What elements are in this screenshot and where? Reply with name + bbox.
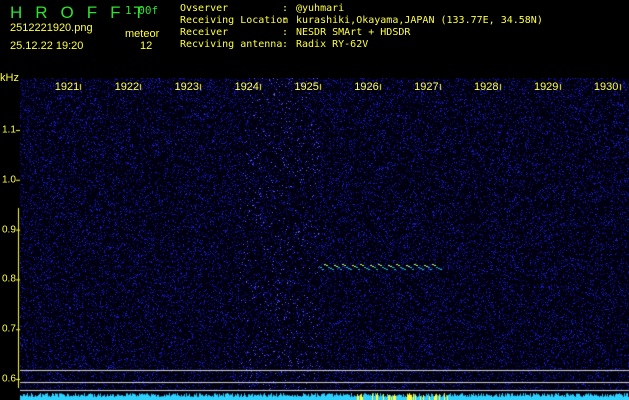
info-label: Receiver (180, 27, 229, 38)
y-tick-label: 0.8 (2, 273, 16, 285)
meteor-count: 12 (140, 40, 153, 52)
y-tick-label: 0.7 (2, 323, 16, 335)
x-tick-label: 1928 (474, 81, 499, 93)
x-tick-label: 1922 (114, 81, 140, 93)
info-label: Ovserver (180, 3, 229, 14)
x-tick-label: 1924 (234, 81, 259, 93)
y-tick-label: 0.6 (2, 373, 16, 385)
info-value: Radix RY-62V (296, 39, 369, 50)
y-tick-label: 1.1 (2, 124, 16, 136)
x-tick-label: 1921 (54, 81, 80, 93)
y-tick-label: 1.0 (2, 174, 16, 186)
info-value: @yuhmari (296, 3, 345, 14)
spectrogram (0, 78, 629, 400)
info-colon: : (282, 39, 289, 50)
datetime: 25.12.22 19:20 (10, 40, 84, 52)
info-label: Recviving antenna (180, 39, 283, 50)
info-colon: : (282, 27, 289, 38)
meteor-label: meteor (125, 28, 160, 40)
info-colon: : (282, 3, 289, 14)
x-tick-label: 1927 (414, 81, 439, 93)
info-label: Receiving Location (180, 15, 289, 26)
filename: 2512221920.png (10, 22, 93, 34)
info-colon: : (282, 15, 289, 26)
version: 1.00f (125, 4, 159, 17)
x-tick-label: 1923 (174, 81, 200, 93)
x-tick-label: 1926 (354, 81, 379, 93)
x-tick-label: 1925 (294, 81, 319, 93)
x-tick-label: 1930 (593, 81, 619, 93)
y-tick-label: 0.9 (2, 224, 16, 236)
info-value: NESDR SMArt + HDSDR (296, 27, 411, 38)
x-tick-label: 1929 (533, 81, 559, 93)
hrofft-window: HROFFT 1.00f 2512221920.png 25.12.22 19:… (0, 0, 629, 400)
y-unit: kHz (0, 72, 19, 84)
info-value: kurashiki,Okayama,JAPAN (133.77E, 34.58N… (296, 15, 543, 26)
